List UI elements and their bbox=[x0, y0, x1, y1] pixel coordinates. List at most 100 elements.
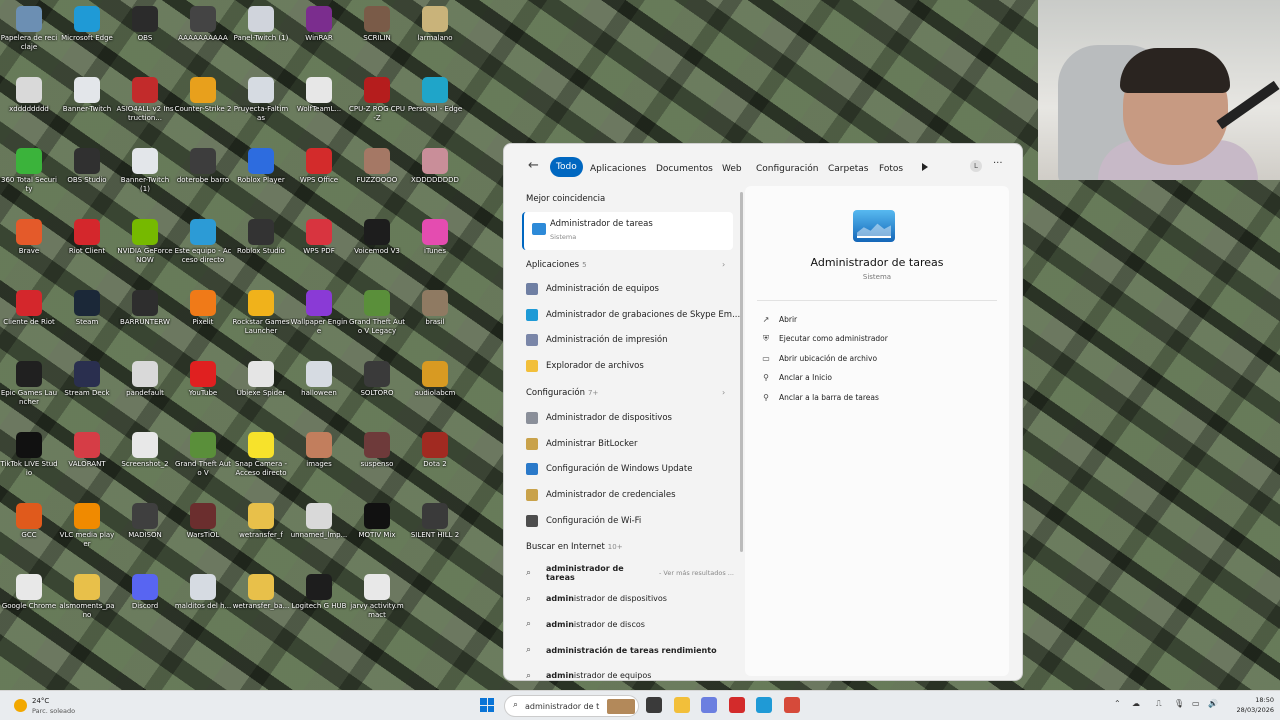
tab-todo[interactable]: Todo bbox=[550, 157, 583, 177]
desktop-icon[interactable]: GCC bbox=[0, 499, 58, 563]
config-chevron-icon[interactable]: › bbox=[722, 388, 725, 397]
more-options-icon[interactable]: ··· bbox=[993, 158, 1003, 169]
app-result-item[interactable]: Explorador de archivos bbox=[526, 355, 734, 377]
desktop-icon[interactable]: TikTok LIVE Studio bbox=[0, 428, 58, 492]
desktop-icon[interactable]: WinRAR bbox=[290, 2, 348, 66]
desktop-icon[interactable]: Voicemod V3 bbox=[348, 215, 406, 279]
desktop-icon[interactable]: MOTIV Mix bbox=[348, 499, 406, 563]
desktop-icon[interactable]: Dota 2 bbox=[406, 428, 464, 492]
detail-action-item[interactable]: ⛨ Ejecutar como administrador bbox=[761, 331, 888, 347]
detail-action-item[interactable]: ⚲ Anclar a la barra de tareas bbox=[761, 389, 879, 405]
desktop-icon[interactable]: Banner-Twitch (1) bbox=[116, 144, 174, 208]
tab-carpetas[interactable]: Carpetas bbox=[822, 159, 874, 179]
detail-action-item[interactable]: ⚲ Anclar a Inicio bbox=[761, 370, 832, 386]
web-search-item[interactable]: ⌕ admin istrador de discos bbox=[526, 613, 734, 635]
copilot-icon[interactable] bbox=[701, 697, 717, 713]
desktop-icon[interactable]: wetransfer_ba... bbox=[232, 570, 290, 634]
config-result-item[interactable]: Administrar BitLocker bbox=[526, 433, 734, 455]
config-result-item[interactable]: Configuración de Wi-Fi bbox=[526, 510, 734, 532]
desktop-icon[interactable]: xdddddddd bbox=[0, 73, 58, 137]
more-tabs-arrow-icon[interactable] bbox=[922, 163, 928, 171]
display-icon[interactable]: ▭ bbox=[1192, 699, 1200, 708]
desktop-icon[interactable]: Google Chrome bbox=[0, 570, 58, 634]
desktop-icon[interactable]: malditos del h... bbox=[174, 570, 232, 634]
config-result-item[interactable]: Configuración de Windows Update bbox=[526, 458, 734, 480]
chrome-icon[interactable] bbox=[783, 697, 800, 713]
task-view-icon[interactable] bbox=[646, 697, 662, 713]
web-search-item[interactable]: ⌕ admin istrador de equipos bbox=[526, 665, 734, 680]
results-scrollbar[interactable] bbox=[740, 192, 743, 552]
start-button[interactable] bbox=[480, 698, 494, 712]
tab-web[interactable]: Web bbox=[716, 159, 748, 179]
tab-aplicaciones[interactable]: Aplicaciones bbox=[584, 159, 652, 179]
desktop-icon[interactable]: Grand Theft Auto V bbox=[174, 428, 232, 492]
desktop-icon[interactable]: Snap Camera - Acceso directo bbox=[232, 428, 290, 492]
desktop-icon[interactable]: halloween bbox=[290, 357, 348, 421]
config-result-item[interactable]: Administrador de dispositivos bbox=[526, 407, 734, 429]
microphone-icon[interactable]: 🎙 bbox=[1174, 699, 1184, 708]
detail-action-item[interactable]: ↗ Abrir bbox=[761, 311, 798, 327]
desktop-icon[interactable]: Roblox Studio bbox=[232, 215, 290, 279]
desktop-icon[interactable]: AAAAAAAAAA bbox=[174, 2, 232, 66]
desktop-icon[interactable]: pandefault bbox=[116, 357, 174, 421]
desktop-icon[interactable]: audiolabcm bbox=[406, 357, 464, 421]
desktop-icon[interactable]: VALORANT bbox=[58, 428, 116, 492]
desktop-icon[interactable]: Cliente de Riot bbox=[0, 286, 58, 350]
desktop-icon[interactable]: Pixelit bbox=[174, 286, 232, 350]
web-heading[interactable]: Buscar en Internet 10+ bbox=[526, 542, 623, 552]
desktop-icon[interactable]: Epic Games Launcher bbox=[0, 357, 58, 421]
desktop-icon[interactable]: WarsTiOL bbox=[174, 499, 232, 563]
desktop-icon[interactable]: larmalano bbox=[406, 2, 464, 66]
desktop-icon[interactable]: Personal - Edge bbox=[406, 73, 464, 137]
web-search-item[interactable]: ⌕ admin istrador de dispositivos bbox=[526, 588, 734, 610]
desktop-icon[interactable]: WPS Office bbox=[290, 144, 348, 208]
desktop-icon[interactable]: Grand Theft Auto V Legacy bbox=[348, 286, 406, 350]
desktop-icon[interactable]: MADISON bbox=[116, 499, 174, 563]
wps-icon[interactable] bbox=[728, 697, 745, 713]
desktop-icon[interactable]: Panel-Twitch (1) bbox=[232, 2, 290, 66]
desktop-icon[interactable]: Rockstar Games Launcher bbox=[232, 286, 290, 350]
desktop-icon[interactable]: images bbox=[290, 428, 348, 492]
tab-fotos[interactable]: Fotos bbox=[873, 159, 909, 179]
app-result-item[interactable]: Administración de equipos bbox=[526, 278, 734, 300]
desktop-icon[interactable]: NVIDIA GeForce NOW bbox=[116, 215, 174, 279]
weather-widget[interactable]: 24°C Parc. soleado bbox=[14, 695, 94, 717]
desktop-icon[interactable]: Pruyecta-Faltimas bbox=[232, 73, 290, 137]
file-explorer-icon[interactable] bbox=[673, 697, 690, 713]
back-arrow-icon[interactable]: ← bbox=[528, 158, 539, 173]
user-avatar[interactable]: L bbox=[970, 160, 982, 172]
config-heading[interactable]: Configuración 7+ bbox=[526, 388, 598, 398]
desktop-icon[interactable]: Discord bbox=[116, 570, 174, 634]
best-match-item[interactable]: Administrador de tareas Sistema bbox=[522, 212, 733, 250]
desktop-icon[interactable]: OBS Studio bbox=[58, 144, 116, 208]
desktop-icon[interactable]: SOLTORO bbox=[348, 357, 406, 421]
desktop-icon[interactable]: Papelera de reciclaje bbox=[0, 2, 58, 66]
web-search-item[interactable]: ⌕ administrador de tareas - Ver más result… bbox=[526, 562, 734, 584]
desktop-icon[interactable]: Steam bbox=[58, 286, 116, 350]
desktop-icon[interactable]: Brave bbox=[0, 215, 58, 279]
app-result-item[interactable]: Administración de impresión bbox=[526, 329, 734, 351]
desktop-icon[interactable]: Logitech G HUB bbox=[290, 570, 348, 634]
web-search-item[interactable]: ⌕ administración de tareas rendimiento bbox=[526, 639, 734, 661]
desktop-icon[interactable]: Banner-Twitch bbox=[58, 73, 116, 137]
desktop-icon[interactable]: Riot Client bbox=[58, 215, 116, 279]
clock[interactable]: 18:50 28/03/2026 bbox=[1226, 695, 1274, 715]
apps-heading[interactable]: Aplicaciones 5 bbox=[526, 260, 587, 270]
desktop-icon[interactable]: wetransfer_f bbox=[232, 499, 290, 563]
desktop-icon[interactable]: brasil bbox=[406, 286, 464, 350]
desktop-icon[interactable]: Stream Deck bbox=[58, 357, 116, 421]
desktop-icon[interactable]: doterobe barro bbox=[174, 144, 232, 208]
taskbar-search-input[interactable] bbox=[525, 699, 600, 713]
desktop-icon[interactable]: XDDDDDDDD bbox=[406, 144, 464, 208]
desktop-icon[interactable]: BARRUNTERW bbox=[116, 286, 174, 350]
edge-icon[interactable] bbox=[756, 697, 772, 713]
desktop-icon[interactable]: suspenso bbox=[348, 428, 406, 492]
desktop-icon[interactable]: alsmoments_pano bbox=[58, 570, 116, 634]
network-icon[interactable]: ⎍ bbox=[1156, 699, 1162, 709]
desktop-icon[interactable]: VLC media player bbox=[58, 499, 116, 563]
desktop-icon[interactable]: Ubiexe Spider bbox=[232, 357, 290, 421]
volume-icon[interactable]: 🔊 bbox=[1208, 699, 1218, 708]
desktop-icon[interactable]: FUZZOOOO bbox=[348, 144, 406, 208]
app-result-item[interactable]: Administrador de grabaciones de Skype Em… bbox=[526, 304, 740, 326]
detail-action-item[interactable]: ▭ Abrir ubicación de archivo bbox=[761, 350, 877, 366]
